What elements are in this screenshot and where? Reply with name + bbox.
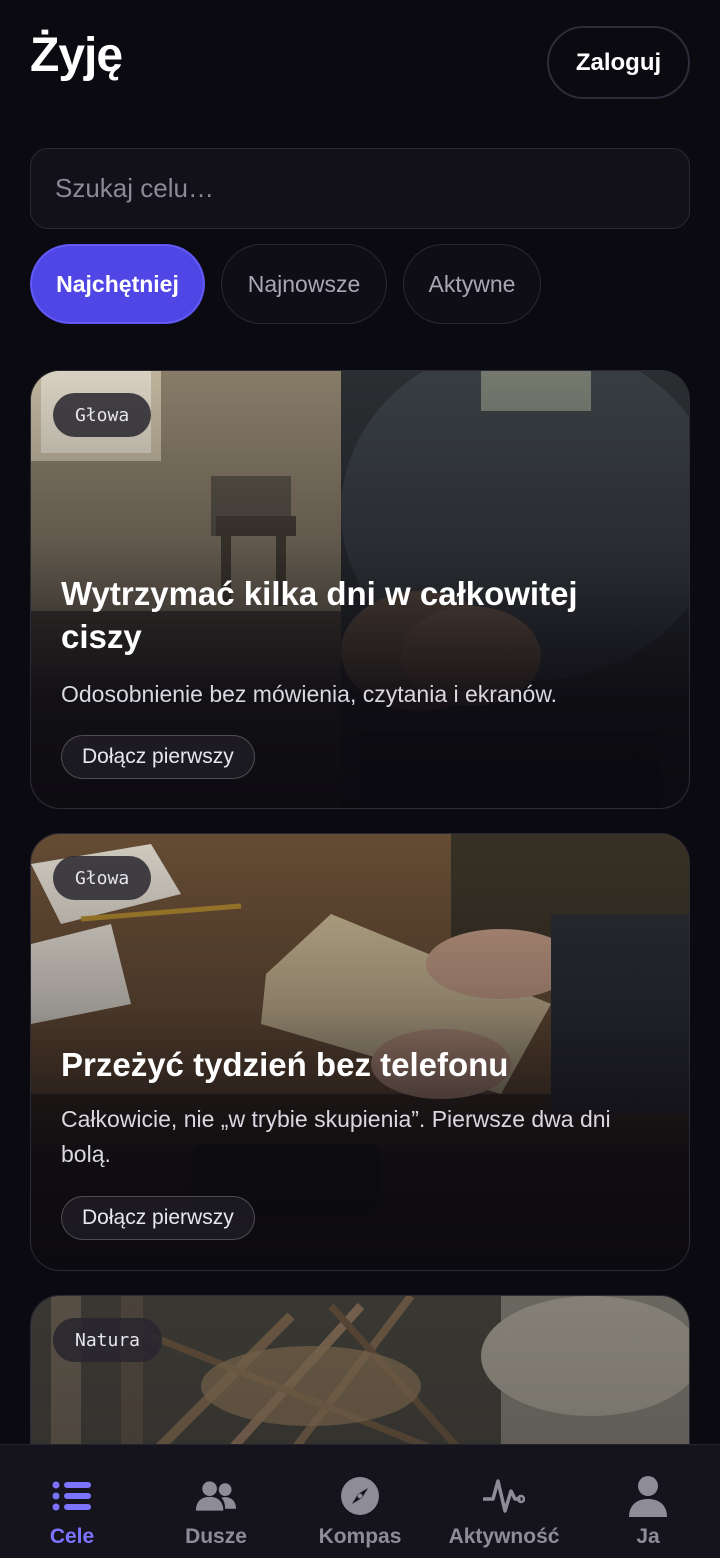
join-button[interactable]: Dołącz pierwszy <box>61 735 255 779</box>
app-title: Żyję <box>30 29 123 82</box>
nav-label: Kompas <box>318 1525 402 1548</box>
nav-souls[interactable]: Dusze <box>144 1445 288 1558</box>
nav-goals[interactable]: Cele <box>0 1445 144 1558</box>
category-badge: Natura <box>53 1318 163 1362</box>
goal-description: Odosobnienie bez mówienia, czytania i ek… <box>61 681 558 707</box>
compass-icon <box>339 1475 381 1517</box>
goal-card[interactable]: Głowa Przeżyć tydzień bez telefonu Całko… <box>30 833 690 1271</box>
filter-newest[interactable]: Najnowsze <box>221 244 387 324</box>
nav-label: Ja <box>636 1525 660 1548</box>
nav-label: Aktywność <box>448 1525 560 1548</box>
category-badge: Głowa <box>53 856 152 900</box>
login-button[interactable]: Zaloguj <box>547 26 690 99</box>
filter-active[interactable]: Aktywne <box>403 244 541 324</box>
list-icon <box>51 1475 93 1517</box>
nav-label: Dusze <box>185 1525 247 1548</box>
nav-activity[interactable]: Aktywność <box>432 1445 576 1558</box>
bottom-navigation: Cele Dusze Kompas Aktywność Ja <box>0 1444 720 1558</box>
filter-most-popular[interactable]: Najchętniej <box>30 244 205 324</box>
activity-icon <box>483 1475 525 1517</box>
goal-card[interactable]: Głowa Wytrzymać kilka dni w całkowitej c… <box>30 370 690 809</box>
user-icon <box>627 1475 669 1517</box>
nav-compass[interactable]: Kompas <box>288 1445 432 1558</box>
nav-me[interactable]: Ja <box>576 1445 720 1558</box>
nav-label: Cele <box>49 1525 95 1548</box>
search-box[interactable] <box>30 148 690 229</box>
goal-title: Wytrzymać kilka dni w całkowitej ciszy <box>61 575 578 655</box>
people-icon <box>195 1475 237 1517</box>
goal-description: Całkowicie, nie „w trybie skupienia”. Pi… <box>61 1106 611 1167</box>
goal-title: Przeżyć tydzień bez telefonu <box>61 1046 509 1083</box>
filter-chips: Najchętniej Najnowsze Aktywne <box>30 244 541 324</box>
category-badge: Głowa <box>53 393 152 437</box>
join-button[interactable]: Dołącz pierwszy <box>61 1196 255 1240</box>
search-input[interactable] <box>55 173 689 204</box>
